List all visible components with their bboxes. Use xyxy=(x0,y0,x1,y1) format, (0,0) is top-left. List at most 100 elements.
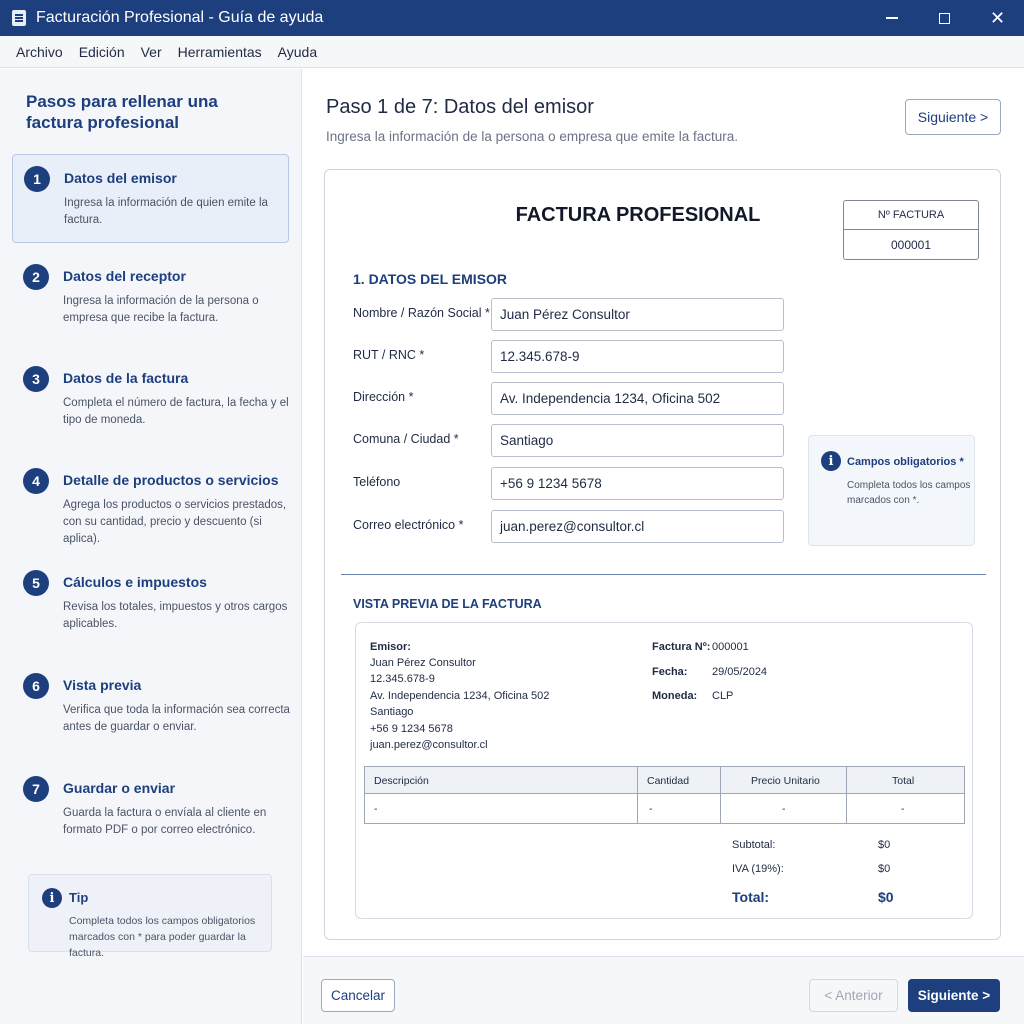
total-label: Total: xyxy=(732,889,770,905)
menu-bar: Archivo Edición Ver Herramientas Ayuda xyxy=(0,36,1024,68)
step-number: 3 xyxy=(23,366,49,392)
step-title: Datos de la factura xyxy=(63,370,189,386)
preview-emisor-line: 12.345.678-9 xyxy=(370,673,435,685)
field-label-ciudad: Comuna / Ciudad * xyxy=(353,432,459,446)
step-item-4[interactable]: 4 Detalle de productos o servicios Agreg… xyxy=(12,457,289,546)
step-title: Detalle de productos o servicios xyxy=(63,472,279,488)
preview-meta-value: CLP xyxy=(712,690,734,702)
iva-label: IVA (19%): xyxy=(732,863,784,875)
step-item-2[interactable]: 2 Datos del receptor Ingresa la informac… xyxy=(12,253,289,342)
step-number: 1 xyxy=(24,166,50,192)
sidebar-title: Pasos para rellenar una factura profesio… xyxy=(26,92,218,132)
next-button[interactable]: Siguiente > xyxy=(908,979,1000,1012)
menu-herramientas[interactable]: Herramientas xyxy=(170,44,270,60)
rut-input[interactable]: 12.345.678-9 xyxy=(491,340,784,373)
menu-edicion[interactable]: Edición xyxy=(71,44,133,60)
table-cell: - xyxy=(901,803,905,815)
step-description: Completa el número de factura, la fecha … xyxy=(63,397,289,426)
step-number: 7 xyxy=(23,776,49,802)
subtotal-value: $0 xyxy=(878,839,891,851)
step-item-7[interactable]: 7 Guardar o enviar Guarda la factura o e… xyxy=(12,765,289,854)
direccion-input[interactable]: Av. Independencia 1234, Oficina 502 xyxy=(491,382,784,415)
preview-meta-value: 000001 xyxy=(712,641,749,653)
field-label-telefono: Teléfono xyxy=(353,475,401,489)
step-item-3[interactable]: 3 Datos de la factura Completa el número… xyxy=(12,355,289,444)
field-label-nombre: Nombre / Razón Social * xyxy=(353,306,490,320)
preview-meta-label: Fecha: xyxy=(652,666,688,678)
column-header-total: Total xyxy=(892,775,915,787)
window-title: Facturación Profesional - Guía de ayuda xyxy=(36,9,324,26)
invoice-number-label: Nº FACTURA xyxy=(844,201,978,230)
column-divider xyxy=(720,767,721,823)
table-cell: - xyxy=(782,803,786,815)
required-fields-note: i Campos obligatorios * Completa todos l… xyxy=(808,435,975,546)
field-label-direccion: Dirección * xyxy=(353,390,414,404)
preview-meta-value: 29/05/2024 xyxy=(712,666,768,678)
subtotal-label: Subtotal: xyxy=(732,839,776,851)
step-item-5[interactable]: 5 Cálculos e impuestos Revisa los totale… xyxy=(12,559,289,648)
column-header-precio: Precio Unitario xyxy=(751,775,820,787)
step-title: Guardar o enviar xyxy=(63,780,176,796)
table-cell: - xyxy=(649,803,653,815)
preview-emisor-line: Av. Independencia 1234, Oficina 502 xyxy=(370,690,550,702)
menu-archivo[interactable]: Archivo xyxy=(8,44,71,60)
step-description: Revisa los totales, impuestos y otros ca… xyxy=(63,601,288,630)
step-title: Vista previa xyxy=(63,677,142,693)
field-label-correo: Correo electrónico * xyxy=(353,518,464,532)
telefono-input[interactable]: +56 9 1234 5678 xyxy=(491,467,784,500)
step-title: Cálculos e impuestos xyxy=(63,574,207,590)
column-header-cantidad: Cantidad xyxy=(647,775,690,787)
preview-emisor-line: Juan Pérez Consultor xyxy=(370,657,476,669)
preview-meta-label: Moneda: xyxy=(652,690,698,702)
invoice-preview: Emisor: Juan Pérez Consultor 12.345.678-… xyxy=(355,622,973,919)
step-description: Agrega los productos o servicios prestad… xyxy=(63,499,287,545)
close-button[interactable]: ✕ xyxy=(971,0,1024,36)
step-description: Ingresa la información de quien emite la… xyxy=(64,197,268,226)
nombre-input[interactable]: Juan Pérez Consultor xyxy=(491,298,784,331)
page-subtitle: Ingresa la información de la persona o e… xyxy=(326,129,738,144)
column-header-descripcion: Descripción xyxy=(374,775,429,787)
invoice-number-box: Nº FACTURA 000001 xyxy=(843,200,979,260)
preview-title: VISTA PREVIA DE LA FACTURA xyxy=(353,597,542,611)
iva-value: $0 xyxy=(878,863,891,875)
main-panel: Paso 1 de 7: Datos del emisor Ingresa la… xyxy=(303,69,1024,956)
preview-meta-label: Factura Nº: xyxy=(652,641,711,653)
next-button-top[interactable]: Siguiente > xyxy=(905,99,1001,135)
info-icon: i xyxy=(42,888,62,908)
step-item-1[interactable]: 1 Datos del emisor Ingresa la informació… xyxy=(12,154,289,243)
invoice-document: FACTURA PROFESIONAL Nº FACTURA 000001 1.… xyxy=(324,169,1001,940)
menu-ver[interactable]: Ver xyxy=(133,44,170,60)
section-title-emisor: 1. DATOS DEL EMISOR xyxy=(353,271,508,287)
tip-title: Tip xyxy=(69,890,89,905)
invoice-number-value[interactable]: 000001 xyxy=(844,230,978,260)
step-description: Guarda la factura o envíala al cliente e… xyxy=(63,807,267,836)
tip-box: i Tip Completa todos los campos obligato… xyxy=(28,874,272,959)
close-icon: ✕ xyxy=(989,8,1006,28)
step-number: 6 xyxy=(23,673,49,699)
cancel-button[interactable]: Cancelar xyxy=(321,979,395,1012)
ciudad-input[interactable]: Santiago xyxy=(491,424,784,457)
steps-sidebar: Pasos para rellenar una factura profesio… xyxy=(0,69,302,1024)
preview-items-table: Descripción Cantidad Precio Unitario Tot… xyxy=(364,766,965,824)
menu-ayuda[interactable]: Ayuda xyxy=(270,44,325,60)
step-item-6[interactable]: 6 Vista previa Verifica que toda la info… xyxy=(12,662,290,751)
title-bar: Facturación Profesional - Guía de ayuda … xyxy=(0,0,1024,36)
section-divider xyxy=(341,574,986,575)
required-note-text: Completa todos los campos marcados con *… xyxy=(847,480,971,506)
total-value: $0 xyxy=(878,889,894,905)
preview-emisor-line: Santiago xyxy=(370,706,414,718)
column-divider xyxy=(846,767,847,823)
page-title: Paso 1 de 7: Datos del emisor xyxy=(326,96,594,118)
maximize-icon xyxy=(939,12,950,24)
correo-input[interactable]: juan.perez@consultor.cl xyxy=(491,510,784,543)
preview-emisor-line: +56 9 1234 5678 xyxy=(370,723,453,735)
step-number: 2 xyxy=(23,264,49,290)
step-title: Datos del emisor xyxy=(64,170,177,186)
minimize-button[interactable] xyxy=(865,0,918,36)
app-document-icon xyxy=(12,10,26,26)
previous-button[interactable]: < Anterior xyxy=(809,979,898,1012)
minimize-icon xyxy=(885,17,898,19)
step-description: Ingresa la información de la persona o e… xyxy=(63,295,259,324)
maximize-button[interactable] xyxy=(918,0,971,36)
preview-emisor-line: juan.perez@consultor.cl xyxy=(370,739,488,751)
